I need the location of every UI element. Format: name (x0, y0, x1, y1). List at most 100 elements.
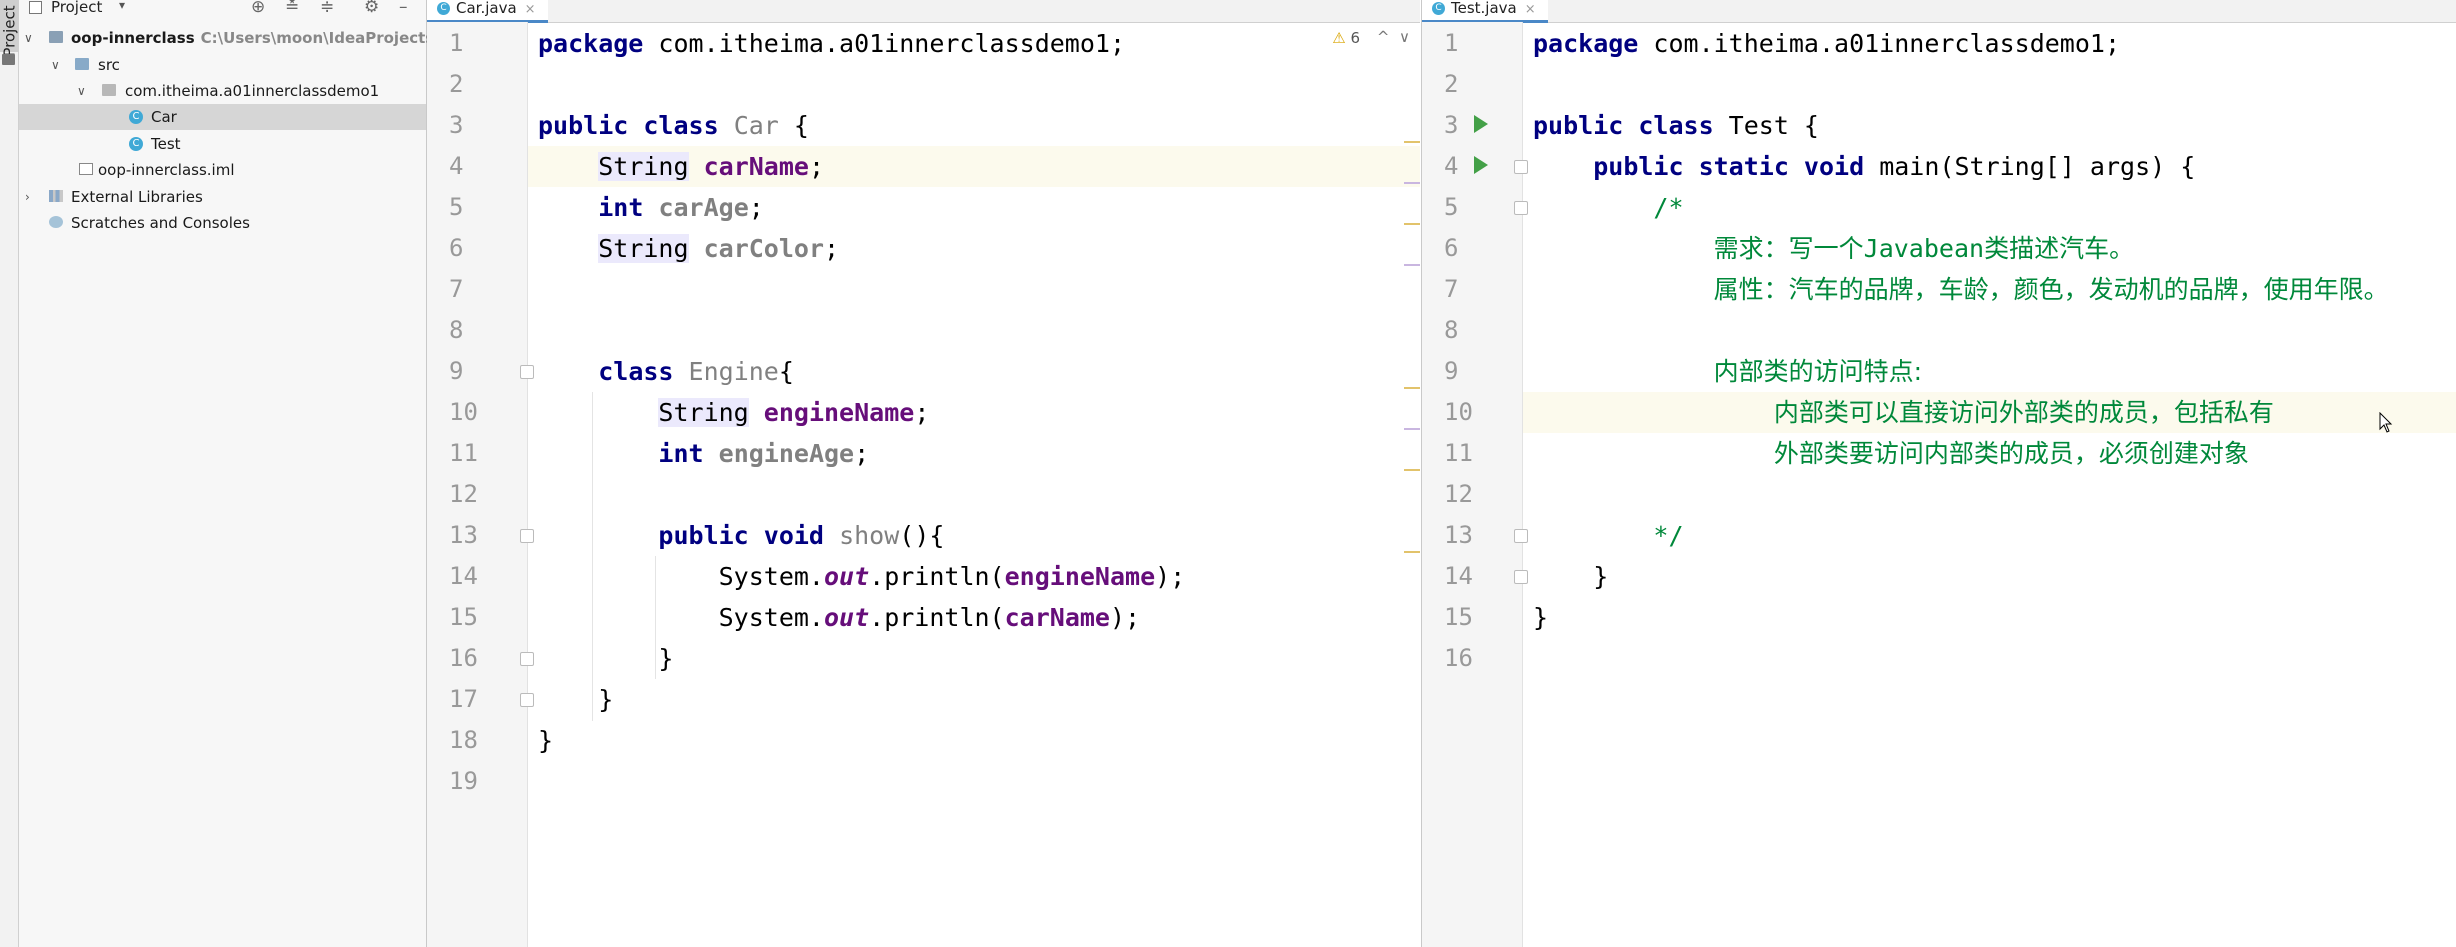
chevron-right-icon[interactable]: › (25, 184, 30, 210)
chevron-up-icon[interactable]: ^ (1377, 28, 1390, 46)
error-stripe-marker[interactable] (1404, 264, 1420, 266)
line-number: 14 (1444, 562, 1473, 590)
tree-item-package[interactable]: ∨ com.itheima.a01innerclassdemo1 (19, 78, 426, 104)
tree-item-external-libraries[interactable]: › External Libraries (19, 184, 426, 210)
class-icon: C (437, 2, 450, 15)
code-text: ; (748, 193, 764, 222)
field-name: carColor (703, 234, 825, 263)
code-line: System.out.println(engineName); (528, 556, 1420, 597)
code-text: .println( (869, 603, 1005, 632)
run-icon[interactable] (1474, 115, 1488, 133)
tree-item-module[interactable]: ∨ oop-innerclass C:\Users\moon\IdeaProjec… (19, 25, 440, 51)
chevron-down-icon[interactable]: ∨ (24, 25, 33, 51)
project-panel-header: Project ▾ ⊕ ≛ ≑ ⚙ – (19, 0, 426, 17)
code-text: ; (914, 398, 930, 427)
expand-all-icon[interactable]: ≑ (320, 0, 334, 17)
line-number: 9 (1444, 357, 1459, 385)
line-number: 1 (1444, 29, 1459, 57)
tree-item-test[interactable]: C Test (19, 131, 426, 157)
code-line: int engineAge; (528, 433, 1420, 474)
line-number-gutter: 1 2 3 4 5 6 7 8 9 10 11 12 13 14 15 16 (1422, 22, 1528, 947)
comment-text: Javabean (1863, 234, 1985, 263)
keyword: int (598, 193, 644, 222)
line-number: 11 (1444, 439, 1473, 467)
tree-item-src[interactable]: ∨ src (19, 52, 426, 78)
project-view-title[interactable]: Project (51, 0, 102, 16)
code-text: { (778, 111, 809, 140)
tree-item-label: External Libraries (71, 188, 203, 206)
line-number: 5 (449, 193, 464, 221)
code-text: com.itheima.a01innerclassdemo1; (1638, 29, 2120, 58)
project-view-icon (29, 1, 42, 14)
error-stripe-marker[interactable] (1404, 182, 1420, 184)
editor-test-java: C Test.java × 1 2 3 4 5 6 7 8 9 10 11 12 1… (1421, 0, 2456, 947)
chevron-down-icon[interactable]: ∨ (77, 78, 86, 104)
chevron-down-icon[interactable]: ∨ (1399, 28, 1410, 46)
close-icon[interactable]: × (1525, 2, 1536, 17)
code-line: public void show(){ (528, 515, 1420, 556)
warnings-indicator[interactable]: ⚠ 6 (1332, 29, 1360, 47)
code-line: 需求：写一个Javabean类描述汽车。 (1523, 228, 2456, 269)
line-number: 12 (449, 480, 478, 508)
error-stripe-marker[interactable] (1404, 141, 1420, 143)
line-number: 7 (1444, 275, 1459, 303)
run-icon[interactable] (1474, 156, 1488, 174)
tab-car-java[interactable]: C Car.java × (427, 0, 548, 23)
tab-label: Car.java (456, 0, 517, 17)
file-icon (79, 163, 93, 175)
locate-icon[interactable]: ⊕ (251, 0, 265, 17)
error-stripe-marker[interactable] (1404, 223, 1420, 225)
code-text: main(String[] args) { (1864, 152, 2196, 181)
close-icon[interactable]: × (525, 2, 536, 17)
keyword: package (538, 29, 644, 58)
error-stripe-marker[interactable] (1404, 428, 1420, 430)
class-name: Car (733, 111, 779, 140)
code-line: } (528, 720, 1420, 761)
code-line: /* (1523, 187, 2456, 228)
tree-item-car[interactable]: C Car (19, 104, 426, 130)
comment-text: 外部类要访问内部类的成员，必须创建对象 (1773, 439, 2249, 468)
project-path: C:\Users\moon\IdeaProjects\ (200, 29, 440, 47)
collapse-all-icon[interactable]: ≛ (285, 0, 299, 17)
static-field: out (823, 562, 870, 591)
warning-nav: ^ ∨ (1377, 28, 1410, 46)
tree-item-scratches[interactable]: Scratches and Consoles (19, 210, 426, 236)
line-number: 17 (449, 685, 478, 713)
tree-item-iml[interactable]: oop-innerclass.iml (19, 157, 426, 183)
comment-text: /* (1653, 193, 1684, 222)
line-number: 6 (1444, 234, 1459, 262)
code-line: } (1523, 556, 2456, 597)
code-area[interactable]: package com.itheima.a01innerclassdemo1; … (1523, 22, 2456, 947)
line-number: 18 (449, 726, 478, 754)
line-number: 2 (1444, 70, 1459, 98)
line-number: 11 (449, 439, 478, 467)
tab-test-java[interactable]: C Test.java × (1422, 0, 1548, 23)
code-text: ; (808, 152, 825, 181)
error-stripe-marker[interactable] (1404, 387, 1420, 389)
editor-car-java: C Car.java × 1 2 3 4 5 6 7 8 9 10 11 12 13… (427, 0, 1420, 947)
mouse-cursor-icon (2379, 412, 2393, 433)
tree-item-label: src (98, 56, 120, 74)
line-number: 13 (449, 521, 478, 549)
code-line: 属性：汽车的品牌，车龄，颜色，发动机的品牌，使用年限。 (1523, 269, 2456, 310)
code-line: } (528, 679, 1420, 720)
keyword: package (1533, 29, 1639, 58)
line-number: 10 (449, 398, 478, 426)
method-name: show (839, 521, 900, 550)
line-number: 3 (1444, 111, 1459, 139)
chevron-down-icon[interactable]: ▾ (119, 0, 125, 12)
field-name: engineName (763, 398, 915, 427)
code-text: com.itheima.a01innerclassdemo1; (643, 29, 1125, 58)
warning-icon: ⚠ (1332, 29, 1346, 47)
code-text: } (538, 726, 554, 755)
tool-window-stripe: Project (0, 0, 19, 947)
hide-icon[interactable]: – (399, 0, 408, 17)
code-area[interactable]: package com.itheima.a01innerclassdemo1; … (528, 22, 1420, 947)
gear-icon[interactable]: ⚙ (364, 0, 379, 17)
error-stripe-marker[interactable] (1404, 469, 1420, 471)
project-tool-tab[interactable]: Project (0, 0, 19, 57)
chevron-down-icon[interactable]: ∨ (51, 52, 60, 78)
type-name: String (598, 152, 689, 181)
error-stripe-marker[interactable] (1404, 551, 1420, 553)
module-icon (49, 31, 63, 43)
